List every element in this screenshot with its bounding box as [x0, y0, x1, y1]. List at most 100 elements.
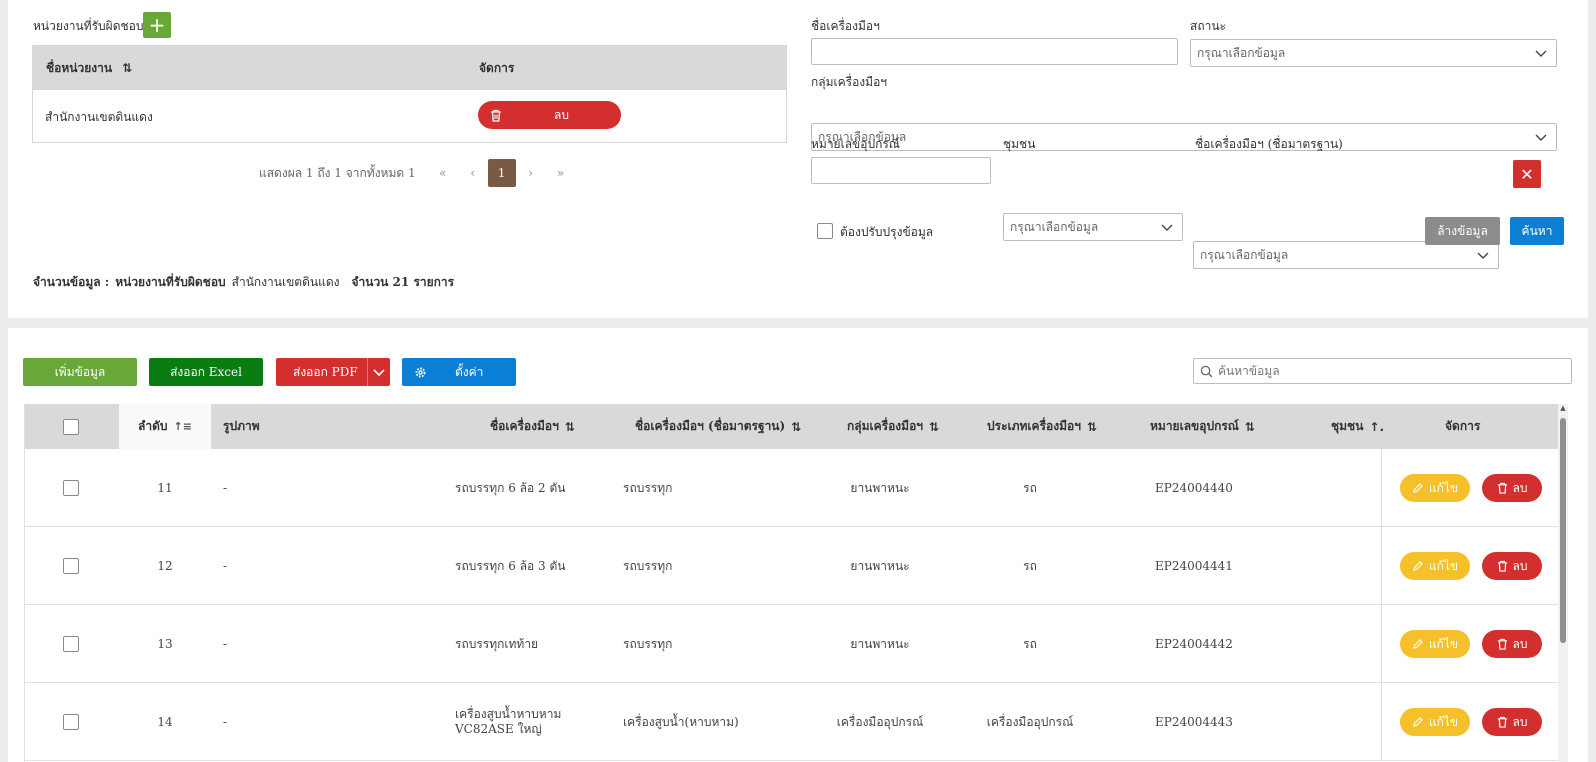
settings-button[interactable]: ตั้งค่า — [402, 358, 516, 386]
tool-name-label: ชื่อเครื่องมือฯ — [811, 19, 880, 33]
sort-icon: ⇅ — [791, 419, 802, 434]
table-row: 11 - รถบรรทุก 6 ล้อ 2 ตัน รถบรรทุก ยานพา… — [25, 449, 1560, 527]
clear-button[interactable]: ล้างข้อมูล — [1425, 217, 1500, 245]
add-data-button[interactable]: เพิ่มข้อมูล — [23, 358, 137, 386]
col-unit-manage: จัดการ — [479, 60, 515, 75]
cell-group: ยานพาหนะ — [850, 558, 910, 573]
column-divider — [1381, 605, 1382, 682]
table-scrollbar-thumb[interactable] — [1560, 418, 1566, 643]
pencil-icon — [1413, 561, 1423, 571]
col-name[interactable]: ชื่อเครื่องมือฯ ⇅ — [490, 404, 575, 449]
select-all-checkbox[interactable] — [63, 418, 79, 435]
sort-icon: ⇅ — [1086, 419, 1097, 434]
row-actions: แก้ไข ลบ — [1400, 449, 1542, 527]
pager-next[interactable]: › — [516, 166, 546, 180]
export-pdf-label: ส่งออก PDF — [293, 364, 358, 379]
cell-seq: 13 — [157, 637, 173, 651]
needs-update-checkbox[interactable] — [817, 223, 833, 239]
delete-unit-button[interactable]: ลบ — [478, 101, 621, 129]
cell-group: ยานพาหนะ — [850, 480, 910, 495]
export-pdf-button[interactable]: ส่งออก PDF — [276, 358, 390, 386]
pager-prev[interactable]: ‹ — [458, 166, 488, 180]
cell-std-name: รถบรรทุก — [623, 558, 673, 573]
community-select[interactable]: กรุณาเลือกข้อมูล — [1003, 213, 1183, 241]
cell-std-name: เครื่องสูบน้ำ(หาบหาม) — [623, 714, 739, 729]
edit-button[interactable]: แก้ไข — [1400, 708, 1470, 736]
trash-icon — [1497, 560, 1507, 572]
cell-type: เครื่องมืออุปกรณ์ — [986, 714, 1074, 729]
col-group[interactable]: กลุ่มเครื่องมือฯ ⇅ — [847, 404, 939, 449]
search-button[interactable]: ค้นหา — [1510, 217, 1564, 245]
cell-seq: 11 — [157, 481, 173, 495]
status-select[interactable]: กรุณาเลือกข้อมูล — [1190, 39, 1557, 67]
cell-name: รถบรรทุกเทท้าย — [455, 636, 539, 651]
row-checkbox[interactable] — [63, 480, 79, 496]
row-select-cell — [63, 605, 79, 683]
col-type[interactable]: ประเภทเครื่องมือฯ ⇅ — [987, 404, 1097, 449]
scroll-up-icon[interactable]: ▲ — [1558, 404, 1568, 412]
pager-current[interactable]: 1 — [487, 159, 516, 187]
table-search-input[interactable]: ค้นหาข้อมูล — [1193, 358, 1572, 384]
equipment-no-input[interactable] — [811, 157, 991, 184]
cell-equip-no: EP24004440 — [1155, 481, 1233, 495]
trash-icon — [491, 109, 501, 122]
edit-button[interactable]: แก้ไข — [1400, 630, 1470, 658]
pager-first[interactable]: « — [428, 166, 458, 180]
col-image: รูปภาพ — [223, 419, 260, 433]
edit-button[interactable]: แก้ไข — [1400, 552, 1470, 580]
delete-button[interactable]: ลบ — [1482, 708, 1542, 736]
cell-type: รถ — [1023, 558, 1037, 573]
add-unit-button[interactable]: + — [143, 12, 171, 38]
status-label: สถานะ — [1190, 19, 1226, 33]
table-row: 12 - รถบรรทุก 6 ล้อ 3 ตัน รถบรรทุก ยานพา… — [25, 527, 1560, 605]
group-select[interactable]: กรุณาเลือกข้อมูล — [811, 123, 1557, 151]
row-select-cell — [63, 449, 79, 527]
cell-std-name: รถบรรทุก — [623, 636, 673, 651]
table-row: 14 - เครื่องสูบน้ำหาบหาม VC82ASE ใหญ่ เค… — [25, 683, 1560, 761]
edit-button[interactable]: แก้ไข — [1400, 474, 1470, 502]
equipment-no-label: หมายเลขอุปกรณ์ — [811, 137, 900, 151]
sort-icon: ⇅ — [564, 419, 575, 434]
delete-button[interactable]: ลบ — [1482, 474, 1542, 502]
col-std-name[interactable]: ชื่อเครื่องมือฯ (ชื่อมาตรฐาน) ⇅ — [635, 404, 801, 449]
clear-std-name-button[interactable]: ✕ — [1513, 160, 1541, 188]
delete-button[interactable]: ลบ — [1482, 552, 1542, 580]
row-checkbox[interactable] — [63, 714, 79, 730]
col-community[interactable]: ชุมชน ↑. — [1331, 404, 1384, 449]
row-checkbox[interactable] — [63, 558, 79, 574]
plus-icon: + — [148, 13, 166, 37]
unit-name: สำนักงานเขตดินแดง — [45, 110, 153, 124]
community-label: ชุมชน — [1003, 137, 1036, 151]
delete-button[interactable]: ลบ — [1482, 630, 1542, 658]
units-table: ชื่อหน่วยงาน ⇅ จัดการ สำนักงานเขตดินแดง … — [32, 45, 787, 143]
tool-name-input[interactable] — [811, 38, 1178, 65]
col-equip-no[interactable]: หมายเลขอุปกรณ์ ⇅ — [1150, 404, 1255, 449]
cell-name: รถบรรทุก 6 ล้อ 3 ตัน — [455, 558, 566, 573]
std-name-label: ชื่อเครื่องมือฯ (ชื่อมาตรฐาน) — [1195, 137, 1343, 151]
pencil-icon — [1413, 483, 1423, 493]
table-header: ลำดับ ↑≡ รูปภาพ ชื่อเครื่องมือฯ ⇅ ชื่อเค… — [25, 404, 1560, 449]
trash-icon — [1497, 716, 1507, 728]
cell-equip-no: EP24004443 — [1155, 715, 1233, 729]
export-excel-button[interactable]: ส่งออก Excel — [149, 358, 263, 386]
pencil-icon — [1413, 639, 1423, 649]
cell-image: - — [223, 559, 228, 573]
split-divider — [367, 358, 368, 386]
trash-icon — [1497, 638, 1507, 650]
row-select-cell — [63, 527, 79, 605]
sort-icon: ↑. — [1369, 419, 1385, 434]
column-divider — [1381, 449, 1382, 526]
row-checkbox[interactable] — [63, 636, 79, 652]
pager-summary: แสดงผล 1 ถึง 1 จากทั้งหมด 1 — [259, 165, 416, 180]
std-name-select[interactable]: กรุณาเลือกข้อมูล — [1193, 241, 1499, 269]
col-seq[interactable]: ลำดับ ↑≡ — [119, 404, 211, 449]
units-title: หน่วยงานที่รับผิดชอบ — [33, 19, 144, 33]
cell-seq: 12 — [157, 559, 173, 573]
col-unit-name[interactable]: ชื่อหน่วยงาน ⇅ — [46, 59, 132, 78]
cell-equip-no: EP24004441 — [1155, 559, 1233, 573]
units-pager: แสดงผล 1 ถึง 1 จากทั้งหมด 1 « ‹ 1 › » — [259, 159, 576, 187]
pager-last[interactable]: » — [546, 166, 576, 180]
select-all-cell — [63, 404, 79, 449]
col-manage: จัดการ — [1445, 419, 1481, 433]
cell-name: รถบรรทุก 6 ล้อ 2 ตัน — [455, 480, 566, 495]
